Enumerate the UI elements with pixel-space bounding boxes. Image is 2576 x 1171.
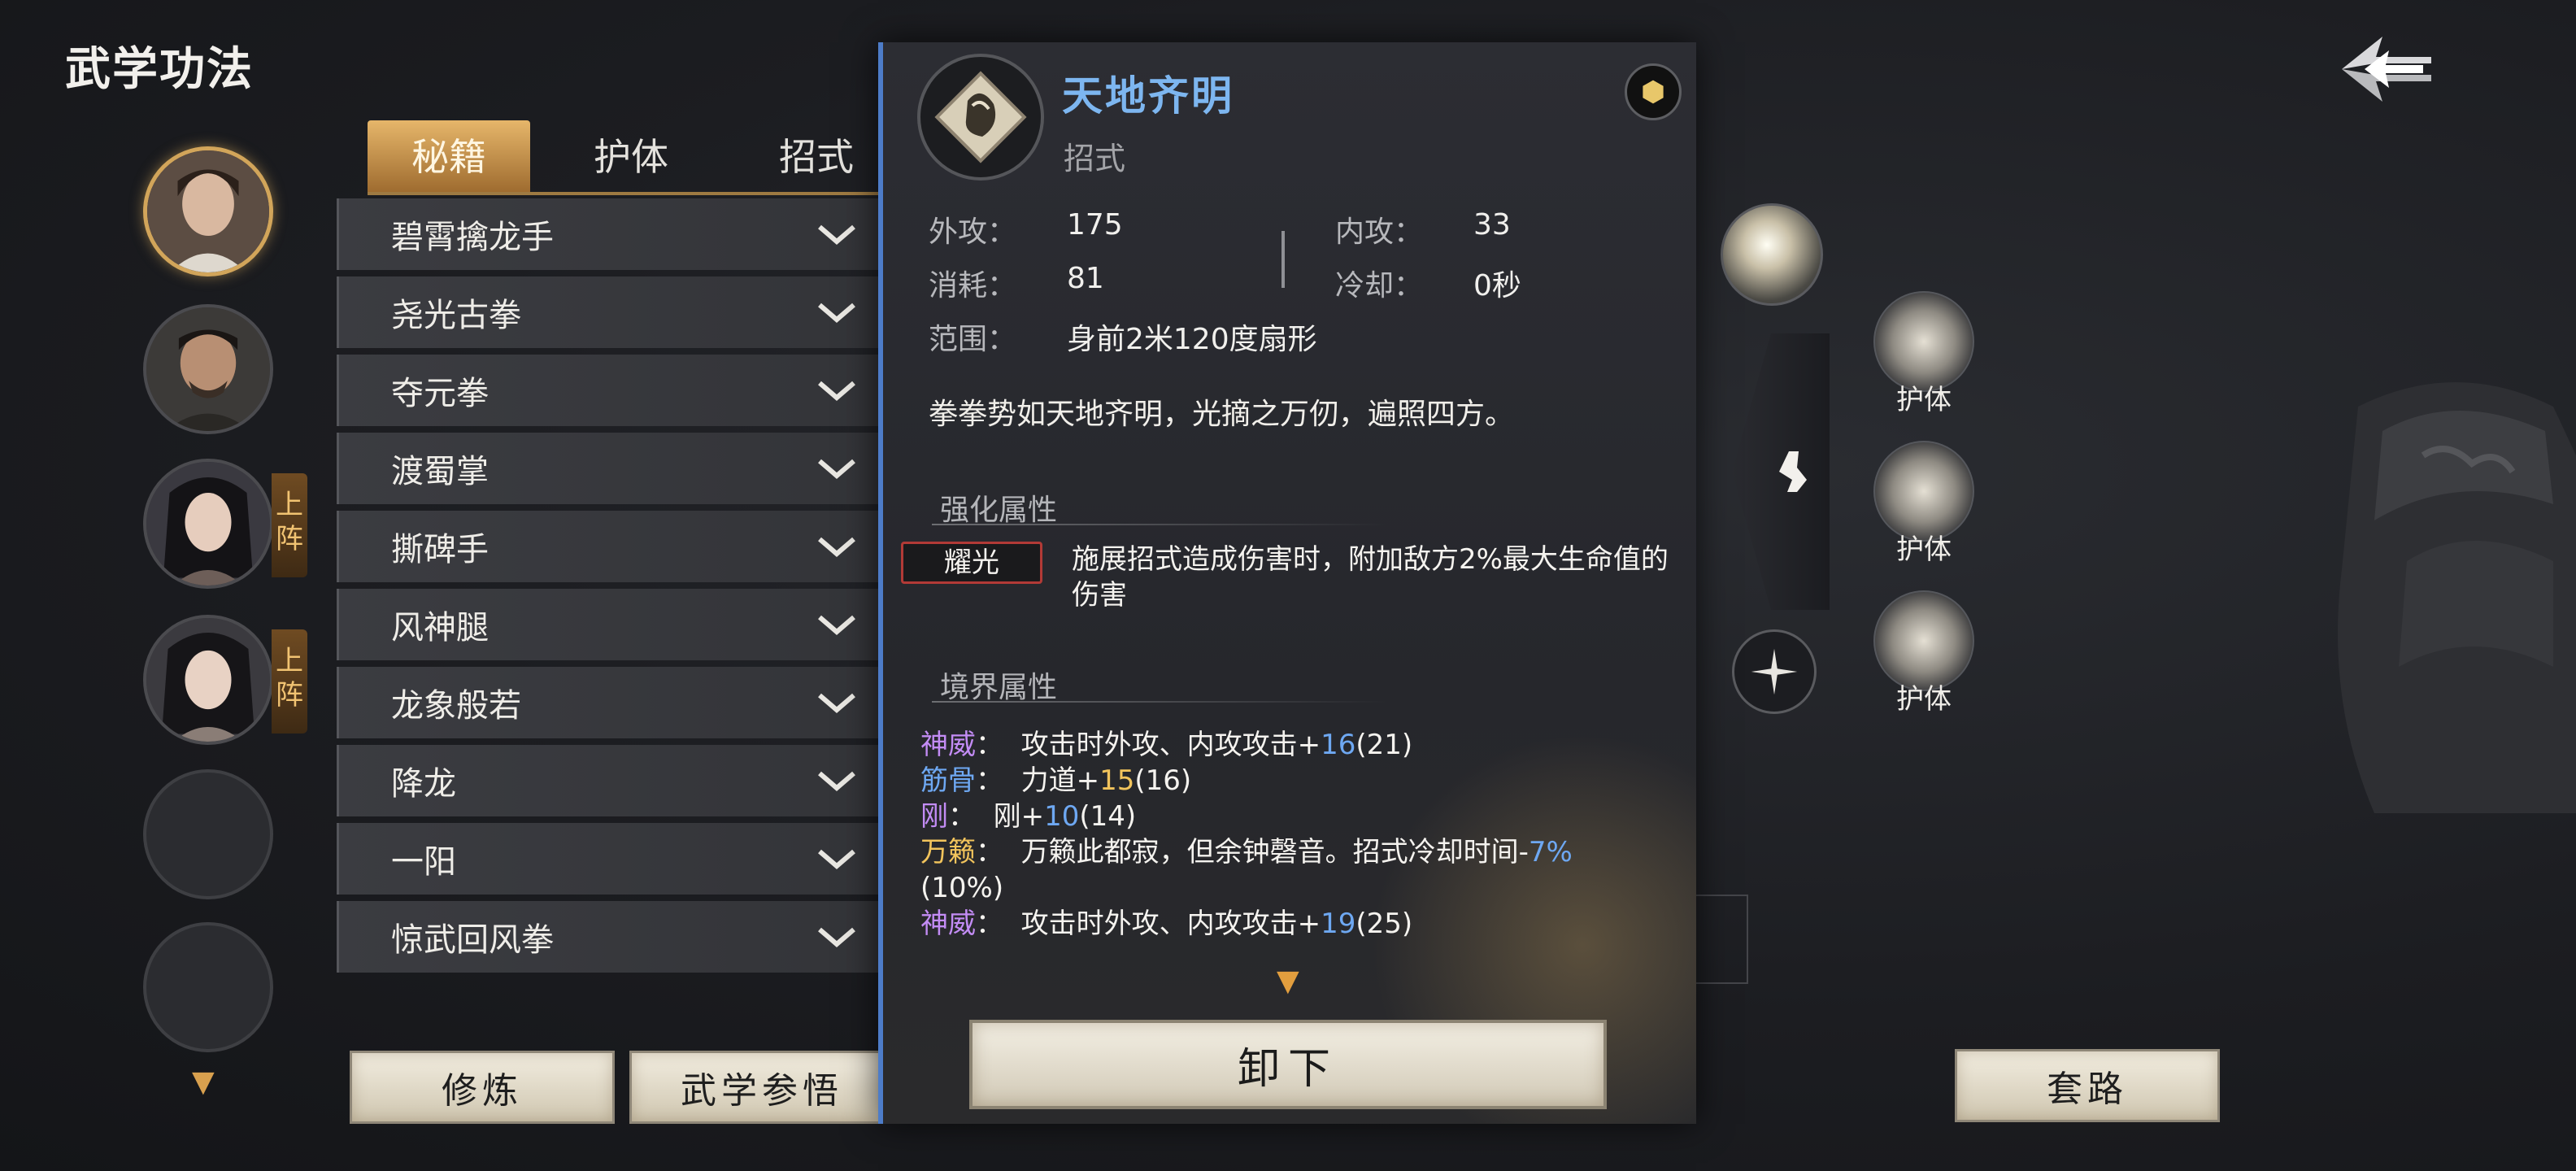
range-label: 范围： — [929, 323, 1017, 356]
chevron-down-icon — [818, 459, 855, 479]
empty-character-slot-1[interactable] — [143, 769, 273, 899]
realm-attr-row: 筋骨： 力道+15(16) — [920, 764, 1192, 797]
figure-icon — [1773, 447, 1813, 496]
character-avatar-4[interactable] — [143, 615, 273, 745]
inner-attack-label: 内攻： — [1335, 215, 1424, 249]
train-button[interactable]: 修炼 — [350, 1051, 615, 1124]
scroll-more-chevron-icon[interactable]: ▼ — [1277, 964, 1299, 998]
deploy-tag-3: 上阵 — [272, 473, 307, 577]
page-title: 武学功法 — [65, 43, 254, 96]
chevron-down-icon — [818, 849, 855, 869]
skill-item[interactable]: 渡蜀掌 — [337, 433, 880, 504]
skill-name: 夺元拳 — [391, 375, 489, 412]
skill-item[interactable]: 撕碑手 — [337, 511, 880, 582]
chevron-down-icon — [818, 537, 855, 557]
skill-detail-card: 天地齐明 招式 外攻： 175 内攻： 33 消耗： 81 冷却： 0秒 范围：… — [878, 42, 1696, 1124]
comprehend-button[interactable]: 武学参悟 — [629, 1051, 894, 1124]
back-arrow-icon[interactable] — [2326, 24, 2448, 114]
skill-item[interactable]: 龙象般若 — [337, 667, 880, 738]
skill-name: 降龙 — [391, 765, 456, 803]
stats-divider — [1281, 231, 1285, 288]
realm-attr-row: 万籁： 万籁此都寂，但余钟磬音。招式冷却时间-7%(10%) — [920, 836, 1573, 904]
skill-name: 尧光古拳 — [391, 297, 521, 334]
huti-slot-3-label: 护体 — [1896, 683, 1952, 716]
huti-slot-1-label: 护体 — [1896, 384, 1952, 416]
outer-attack-label: 外攻： — [929, 215, 1017, 249]
outer-attack-value: 175 — [1067, 208, 1123, 242]
inner-attack-value: 33 — [1473, 208, 1511, 242]
chevron-down-icon — [818, 303, 855, 323]
cooldown-value: 0秒 — [1473, 269, 1521, 303]
skill-name: 龙象般若 — [391, 687, 521, 725]
scroll-down-chevron-icon[interactable]: ▼ — [192, 1065, 215, 1099]
skill-item[interactable]: 尧光古拳 — [337, 276, 880, 348]
huti-slot-2-label: 护体 — [1896, 533, 1952, 566]
skill-emblem-icon — [916, 52, 1046, 182]
chevron-down-icon — [818, 381, 855, 401]
skill-name: 撕碑手 — [391, 531, 489, 568]
skill-name: 碧霄擒龙手 — [391, 219, 554, 256]
character-avatar-1[interactable] — [143, 146, 273, 276]
empty-character-slot-2[interactable] — [143, 922, 273, 1052]
tab-underline — [368, 192, 878, 195]
cooldown-label: 冷却： — [1335, 269, 1424, 303]
realm-attr-row: 神威： 攻击时外攻、内攻攻击+19(25) — [920, 908, 1413, 940]
taolu-panel-edge — [1696, 895, 1748, 984]
gauntlet-art — [2309, 358, 2576, 813]
skill-item[interactable]: 碧霄擒龙手 — [337, 198, 880, 270]
enhance-tag: 耀光 — [901, 542, 1042, 584]
skill-item[interactable]: 一阳 — [337, 823, 880, 895]
skill-name: 惊武回风拳 — [391, 921, 554, 959]
route-button[interactable]: 套路 — [1955, 1049, 2220, 1122]
section-divider — [932, 524, 1387, 525]
enhance-section-title: 强化属性 — [940, 494, 1058, 527]
enhance-description: 施展招式造成伤害时，附加敌方2%最大生命值的伤害 — [1072, 543, 1669, 612]
realm-attr-row: 刚： 刚+10(14) — [920, 800, 1137, 833]
chevron-down-icon — [818, 224, 855, 245]
skill-item[interactable]: 风神腿 — [337, 589, 880, 660]
skill-item[interactable]: 降龙 — [337, 745, 880, 816]
cost-value: 81 — [1067, 262, 1104, 295]
skill-slot-icon[interactable] — [1721, 203, 1823, 306]
chevron-down-icon — [818, 693, 855, 713]
skill-item[interactable]: 夺元拳 — [337, 355, 880, 426]
tab-huti[interactable]: 护体 — [550, 120, 712, 194]
unload-button[interactable]: 卸下 — [969, 1020, 1607, 1109]
skill-type: 招式 — [1064, 141, 1126, 176]
tab-zhaoshi[interactable]: 招式 — [735, 120, 898, 194]
chevron-down-icon — [818, 927, 855, 947]
skill-item[interactable]: 惊武回风拳 — [337, 901, 880, 973]
skill-name-title: 天地齐明 — [1062, 72, 1234, 120]
tab-miji[interactable]: 秘籍 — [368, 120, 530, 194]
skill-list: 碧霄擒龙手 尧光古拳 夺元拳 渡蜀掌 撕碑手 风神腿 龙象般若 降龙 一阳 惊武… — [337, 198, 880, 979]
compass-icon[interactable] — [1732, 629, 1817, 714]
section-divider — [932, 701, 1387, 703]
realm-section-title: 境界属性 — [940, 671, 1058, 704]
skill-description: 拳拳势如天地齐明，光摘之万仞，遍照四方。 — [929, 398, 1515, 431]
coin-icon[interactable] — [1625, 63, 1682, 120]
deploy-tag-4: 上阵 — [272, 629, 307, 734]
range-value: 身前2米120度扇形 — [1067, 323, 1317, 356]
skill-name: 风神腿 — [391, 609, 489, 646]
cost-label: 消耗： — [929, 269, 1017, 303]
character-avatar-2[interactable] — [143, 304, 273, 434]
skill-name: 一阳 — [391, 843, 456, 881]
chevron-down-icon — [818, 771, 855, 791]
skill-name: 渡蜀掌 — [391, 453, 489, 490]
chevron-down-icon — [818, 615, 855, 635]
realm-attr-row: 神威： 攻击时外攻、内攻攻击+16(21) — [920, 729, 1413, 761]
character-avatar-3[interactable] — [143, 459, 273, 589]
